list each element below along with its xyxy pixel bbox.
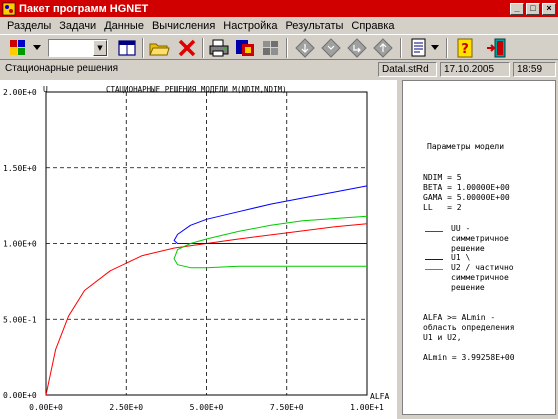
- window-icon: [118, 40, 136, 56]
- y-tick-label: 1.00E+0: [3, 240, 37, 249]
- info-almin: ALmin = 3.99258E+00: [423, 353, 515, 362]
- x-tick-label: 0.00E+0: [29, 403, 63, 412]
- info-note: ALFA >= ALmin - область определения U1 и…: [423, 313, 515, 342]
- palette-button[interactable]: [6, 37, 32, 59]
- chart-canvas: 0.00E+0 2.50E+0 5.00E+0 7.50E+0 1.00E+1 2.00E…: [3, 85, 389, 412]
- app-icon: [2, 2, 16, 15]
- document-dropdown[interactable]: [430, 37, 440, 59]
- export-icon: [236, 40, 254, 56]
- legend-uu: UU - симметричное решение: [451, 224, 509, 253]
- status-time: 18:59: [513, 62, 556, 77]
- x-axis-label: ALFA: [370, 392, 389, 401]
- nav-down-button[interactable]: [292, 37, 318, 59]
- minimize-button[interactable]: _: [510, 2, 524, 15]
- title-bar: Пакет программ HGNET _ □ ×: [0, 0, 558, 17]
- legend-swatch-u1: [425, 259, 443, 260]
- nav-down-icon: [295, 38, 315, 58]
- chevron-down-icon: [33, 45, 41, 50]
- toolbar-combo[interactable]: ▼: [48, 39, 108, 57]
- y-tick-label: 0.00E+0: [3, 391, 37, 400]
- folder-open-icon: [149, 43, 170, 56]
- info-box: Параметры модели NDIM = 5 BETA = 1.00000…: [402, 80, 556, 415]
- help-button[interactable]: ?: [452, 37, 478, 59]
- toolbar-separator: [202, 38, 204, 58]
- grid-icon: [263, 41, 278, 55]
- toolbar-separator: [400, 38, 402, 58]
- legend-u1: U1 \: [451, 253, 471, 262]
- y-tick-label: 5.00E-1: [3, 315, 37, 324]
- toolbar: ▼ ?: [0, 34, 558, 60]
- window-title: Пакет программ HGNET: [19, 2, 149, 15]
- y-tick-label: 1.50E+0: [3, 164, 37, 173]
- menu-settings[interactable]: Настройка: [219, 20, 281, 32]
- nav-left-icon: [321, 38, 341, 58]
- document-button[interactable]: [406, 37, 432, 59]
- chevron-down-icon: [431, 45, 439, 50]
- grid-button[interactable]: [258, 37, 284, 59]
- menu-help[interactable]: Справка: [347, 20, 398, 32]
- palette-dropdown[interactable]: [32, 37, 42, 59]
- nav-up-button[interactable]: [370, 37, 396, 59]
- series-u2-line: [173, 215, 368, 269]
- param-gama: GAMA = 5.00000E+00: [423, 193, 510, 202]
- menu-sections[interactable]: Разделы: [3, 20, 55, 32]
- export-button[interactable]: [232, 37, 258, 59]
- info-header: Параметры модели: [427, 142, 505, 151]
- toolbar-separator: [286, 38, 288, 58]
- open-folder-button[interactable]: [146, 37, 172, 59]
- help-icon: ?: [457, 38, 473, 58]
- menu-tasks[interactable]: Задачи: [55, 20, 100, 32]
- x-tick-label: 2.50E+0: [109, 403, 143, 412]
- y-axis-label: U: [43, 85, 48, 94]
- print-button[interactable]: [206, 37, 232, 59]
- chart-tick-labels: 0.00E+0 2.50E+0 5.00E+0 7.50E+0 1.00E+1 2.00E…: [3, 88, 384, 412]
- status-date: 17.10.2005: [440, 62, 510, 77]
- nav-enter-button[interactable]: [344, 37, 370, 59]
- x-tick-label: 5.00E+0: [190, 403, 224, 412]
- legend-swatch-u2: [425, 269, 443, 270]
- x-tick-label: 1.00E+1: [350, 403, 384, 412]
- info-panel: Параметры модели NDIM = 5 BETA = 1.00000…: [401, 80, 558, 419]
- status-file: Datal.stRd: [378, 62, 437, 77]
- x-tick-label: 7.50E+0: [270, 403, 304, 412]
- param-ll: LL = 2: [423, 203, 462, 212]
- toolbar-separator: [142, 38, 144, 58]
- menu-bar: Разделы Задачи Данные Вычисления Настрой…: [0, 17, 558, 34]
- nav-left-button[interactable]: [318, 37, 344, 59]
- close-button[interactable]: ×: [542, 2, 556, 15]
- maximize-button[interactable]: □: [526, 2, 540, 15]
- palette-icon: [10, 40, 25, 55]
- print-icon: [209, 39, 229, 57]
- status-line: Стационарные решения Datal.stRd 17.10.20…: [0, 61, 558, 78]
- menu-calculations[interactable]: Вычисления: [148, 20, 219, 32]
- legend-swatch-uu: [425, 231, 443, 232]
- menu-results[interactable]: Результаты: [281, 20, 347, 32]
- param-ndim: NDIM = 5: [423, 173, 462, 182]
- menu-data[interactable]: Данные: [100, 20, 148, 32]
- nav-enter-icon: [347, 38, 367, 58]
- delete-button[interactable]: [174, 37, 200, 59]
- window-button[interactable]: [114, 37, 140, 59]
- svg-text:?: ?: [461, 42, 469, 57]
- param-beta: BETA = 1.00000E+00: [423, 183, 510, 192]
- window-controls: _ □ ×: [510, 2, 556, 15]
- nav-up-icon: [373, 38, 393, 58]
- combo-arrow-icon[interactable]: ▼: [93, 40, 107, 56]
- toolbar-separator: [446, 38, 448, 58]
- legend-u2: U2 / частично симметричное решение: [451, 263, 514, 292]
- document-icon: [411, 38, 426, 57]
- y-tick-label: 2.00E+0: [3, 88, 37, 97]
- plot-panel: 0.00E+0 2.50E+0 5.00E+0 7.50E+0 1.00E+1 2.00E…: [0, 80, 397, 419]
- chart-title: СТАЦИОНАРНЫЕ РЕШЕНИЯ МОДЕЛИ M(NDIM,NDIM): [106, 85, 287, 94]
- exit-door-icon: [487, 38, 506, 58]
- exit-button[interactable]: [484, 37, 510, 59]
- close-x-icon: [178, 39, 196, 57]
- status-mode: Стационарные решения: [5, 63, 119, 74]
